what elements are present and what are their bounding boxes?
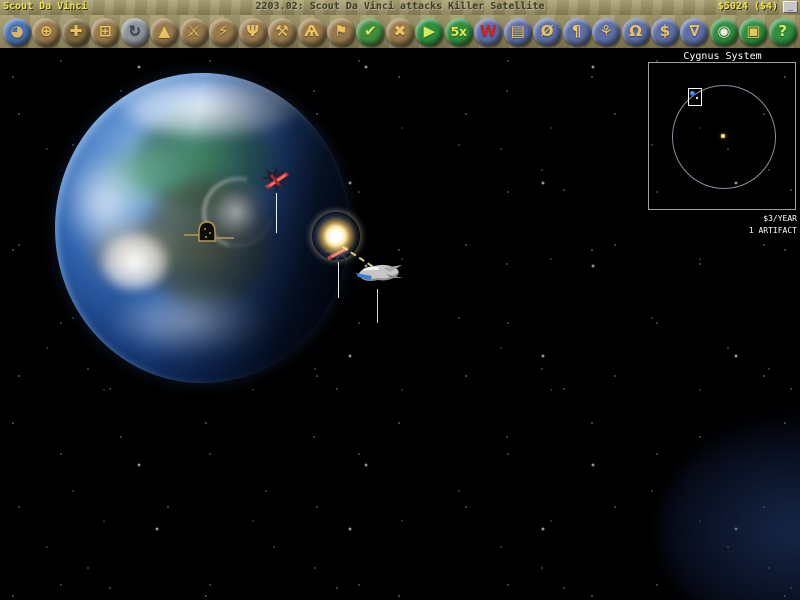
help-icon[interactable]: ? <box>768 17 797 46</box>
funnel-icon[interactable]: ∇ <box>680 17 709 46</box>
income-label: $3/YEAR <box>763 214 797 223</box>
up-arrow-icon[interactable]: ▲ <box>150 17 179 46</box>
play-icon[interactable]: ▶ <box>415 17 444 46</box>
gun-icon[interactable]: ⚔ <box>179 17 208 46</box>
artifact-count-label: 1 ARTIFACT <box>748 226 797 235</box>
person-icon[interactable]: Ψ <box>238 17 267 46</box>
minimap-moon-dot <box>696 97 698 99</box>
title-bar: Scout Da Vinci 2203.02: Scout Da Vinci a… <box>0 0 800 16</box>
minimap-star <box>721 134 725 138</box>
minimize-button[interactable]: _ <box>783 1 798 13</box>
flag-figure-icon[interactable]: ⚑ <box>326 17 355 46</box>
selection-line <box>338 262 339 298</box>
scroll-icon[interactable]: ¶ <box>562 17 591 46</box>
minimap-planet-dot[interactable] <box>690 91 695 96</box>
toolbar: ◕ ⊕ ✚ ⊞ ↻ ▲ ⚔ ⚡ Ψ ⚒ Ѧ ⚑ ✔ ✖ ▶ 5x W ▤ Ø ¶ ⚘ Ω $ ∇ ◉ ▣? <box>0 15 800 50</box>
grid-reticle-icon[interactable]: ⊞ <box>91 17 120 46</box>
planet-view-icon[interactable]: ◕ <box>3 17 31 46</box>
save-floppy-icon[interactable]: ▣ <box>739 17 768 46</box>
tower-antenna-icon[interactable]: Ѧ <box>297 17 326 46</box>
space-viewport[interactable]: Cygnus System $3/YEAR 1 ARTIFACT <box>0 50 800 600</box>
money-display: $5024 ($4) <box>717 1 778 12</box>
report-list-icon[interactable]: ▤ <box>503 17 532 46</box>
killer-satellite-sprite[interactable] <box>183 220 235 246</box>
selection-line <box>276 193 277 233</box>
crosshair-target-icon[interactable]: ⊕ <box>32 17 61 46</box>
game-screen: Scout Da Vinci 2203.02: Scout Da Vinci a… <box>0 0 800 600</box>
selected-object-label: Scout Da Vinci <box>3 1 88 12</box>
enemy-ship-sprite[interactable] <box>261 166 291 193</box>
cycle-arrows-icon[interactable]: ↻ <box>120 17 149 46</box>
scout-ship-sprite[interactable] <box>353 257 403 287</box>
pickaxe-icon[interactable]: ⚒ <box>268 17 297 46</box>
padlock-icon[interactable]: Ω <box>621 17 650 46</box>
nebula <box>660 410 800 600</box>
system-minimap[interactable] <box>648 62 796 210</box>
lightning-icon[interactable]: ⚡ <box>209 17 238 46</box>
eye-icon[interactable]: ◉ <box>709 17 738 46</box>
dollar-icon[interactable]: $ <box>650 17 679 46</box>
saturn-planet-icon[interactable]: Ø <box>533 17 562 46</box>
minimap-title: Cygnus System <box>683 51 762 62</box>
chart-zigzag-icon[interactable]: W <box>474 17 503 46</box>
radiation-fan-icon[interactable]: ✖ <box>385 17 414 46</box>
fan-disc-icon[interactable]: ✚ <box>61 17 90 46</box>
checkmark-icon[interactable]: ✔ <box>356 17 385 46</box>
speed-5x-icon[interactable]: 5x <box>444 17 473 46</box>
laurel-wreath-icon[interactable]: ⚘ <box>592 17 621 46</box>
selection-line-active <box>377 289 378 323</box>
event-message: 2203.02: Scout Da Vinci attacks Killer S… <box>255 1 545 12</box>
